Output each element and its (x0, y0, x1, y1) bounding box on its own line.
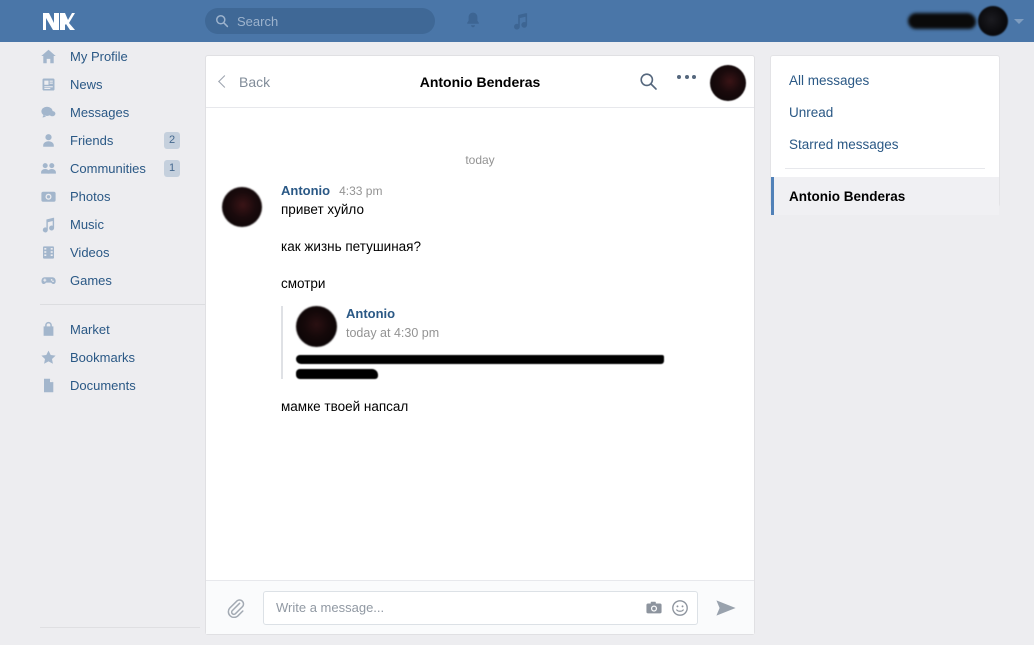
sidebar-bottom-divider (40, 627, 200, 628)
messages-filter-panel: All messages Unread Starred messages Ant… (770, 55, 1000, 215)
message-text: мамке твоей напсал (281, 398, 409, 414)
friend-icon (40, 132, 57, 149)
bag-icon (40, 321, 57, 338)
sidebar-item-market[interactable]: Market (0, 315, 225, 343)
sidebar-label: Communities (70, 160, 146, 176)
day-separator: today (465, 153, 495, 167)
redacted-text-line (296, 354, 664, 364)
sidebar-item-communities[interactable]: Communities 1 (0, 154, 225, 182)
more-options-icon[interactable] (677, 75, 696, 79)
message-item: Antonio 4:33 pm привет хуйло как жизнь п… (222, 183, 738, 416)
video-icon (40, 244, 57, 261)
search-input[interactable]: Search (205, 8, 435, 34)
sidebar-label: Messages (70, 104, 130, 120)
left-sidebar: My Profile News Messages Friends 2 Commu… (0, 42, 225, 645)
sidebar-label: Bookmarks (70, 349, 136, 365)
sidebar-item-games[interactable]: Games (0, 266, 225, 294)
message-list: today Antonio 4:33 pm привет хуйло как ж… (206, 108, 754, 580)
message-text: привет хуйло (281, 202, 364, 217)
sidebar-divider (40, 304, 205, 305)
home-icon (40, 48, 57, 65)
vk-logo[interactable] (40, 9, 76, 33)
back-label: Back (239, 73, 271, 90)
message-time: 4:33 pm (339, 184, 383, 198)
sidebar-item-news[interactable]: News (0, 70, 225, 98)
sidebar-item-friends[interactable]: Friends 2 (0, 126, 225, 154)
sidebar-item-my-profile[interactable]: My Profile (0, 42, 225, 70)
sidebar-item-photos[interactable]: Photos (0, 182, 225, 210)
avatar[interactable] (222, 187, 262, 227)
camera-icon[interactable] (645, 599, 663, 617)
chat-header: Back Antonio Benderas (206, 56, 754, 108)
sidebar-label: Friends (70, 132, 114, 148)
sidebar-label: Music (70, 216, 104, 232)
communities-badge: 1 (164, 159, 180, 177)
sidebar-label: Documents (70, 377, 136, 393)
smiley-icon[interactable] (671, 599, 689, 617)
message-composer: Write a message... (206, 580, 754, 634)
search-icon[interactable] (639, 72, 658, 91)
news-icon (40, 76, 57, 93)
user-menu[interactable] (908, 0, 1024, 42)
back-button[interactable]: Back (218, 73, 271, 90)
conversation-item-antonio-benderas[interactable]: Antonio Benderas (771, 177, 999, 215)
star-icon (40, 349, 57, 366)
forwarded-author[interactable]: Antonio (346, 306, 439, 321)
bell-icon[interactable] (463, 11, 483, 31)
messages-icon (40, 104, 57, 121)
redacted-text-line (296, 368, 378, 379)
message-text: смотри (281, 276, 326, 292)
sidebar-label: My Profile (70, 48, 128, 64)
forwarded-time: today at 4:30 pm (346, 325, 440, 340)
music-note-icon (40, 216, 57, 233)
sidebar-item-messages[interactable]: Messages (0, 98, 225, 126)
forwarded-message: Antonio today at 4:30 pm (281, 305, 738, 379)
document-icon (40, 377, 57, 394)
contact-avatar[interactable] (710, 65, 746, 101)
gamepad-icon (40, 272, 57, 289)
sidebar-label: Games (70, 272, 112, 288)
sidebar-label: Videos (70, 244, 110, 260)
filter-unread[interactable]: Unread (771, 96, 999, 128)
sidebar-item-videos[interactable]: Videos (0, 238, 225, 266)
music-note-icon[interactable] (510, 11, 530, 31)
paperclip-icon[interactable] (225, 598, 245, 618)
panel-divider (785, 168, 985, 169)
top-navigation-bar: Search (0, 0, 1034, 42)
camera-icon (40, 188, 57, 205)
message-text: как жизнь петушиная? (281, 239, 421, 255)
message-input-placeholder: Write a message... (276, 600, 385, 615)
send-icon[interactable] (714, 596, 738, 620)
filter-all-messages[interactable]: All messages (771, 64, 999, 96)
avatar[interactable] (296, 305, 337, 347)
page-title: Antonio Benderas (419, 73, 541, 90)
redacted-username (908, 13, 976, 29)
chevron-down-icon (1014, 18, 1024, 24)
filter-starred-messages[interactable]: Starred messages (771, 128, 999, 160)
sidebar-item-bookmarks[interactable]: Bookmarks (0, 343, 225, 371)
sidebar-label: News (70, 76, 103, 92)
search-icon (216, 15, 229, 28)
sidebar-item-documents[interactable]: Documents (0, 371, 225, 399)
friends-badge: 2 (164, 131, 180, 149)
chevron-left-icon (218, 75, 231, 88)
message-input[interactable]: Write a message... (263, 590, 698, 625)
search-placeholder: Search (237, 13, 279, 29)
message-author[interactable]: Antonio (281, 183, 330, 198)
avatar (978, 6, 1008, 36)
sidebar-item-music[interactable]: Music (0, 210, 225, 238)
sidebar-label: Market (70, 321, 110, 337)
community-icon (40, 160, 57, 177)
sidebar-label: Photos (70, 188, 111, 204)
chat-panel: Back Antonio Benderas today Antonio 4:33… (205, 55, 755, 635)
